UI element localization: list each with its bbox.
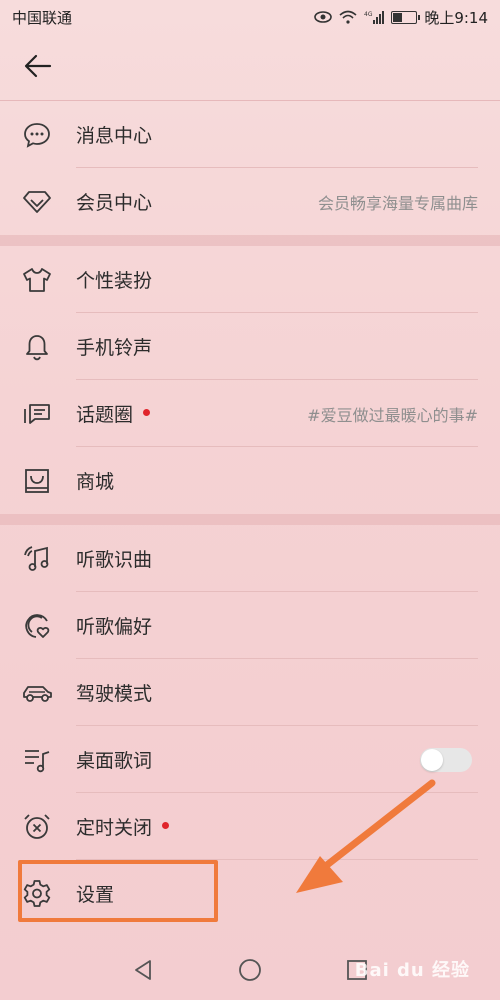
menu-item-personal-dressup[interactable]: 个性装扮 [0,246,500,313]
shopping-bag-icon [20,464,54,498]
tshirt-icon [20,263,54,297]
desktop-lyrics-toggle[interactable] [420,748,472,772]
chat-topic-icon [20,397,54,431]
menu-item-song-recognition[interactable]: 听歌识曲 [0,525,500,592]
menu-item-label: 商城 [76,471,115,493]
menu-item-label: 定时关闭 [76,817,153,839]
wifi-icon [339,10,357,24]
svg-text:4G: 4G [364,11,373,18]
signal-icon: 4G [364,10,385,24]
status-time: 晚上9:14 [424,8,488,27]
menu-item-label: 手机铃声 [76,337,153,359]
back-button[interactable] [18,50,58,86]
section-separator [0,514,500,525]
carrier-name: 中国联通 [12,8,73,27]
menu-item-label: 消息中心 [76,125,153,147]
menu-item-ringtone[interactable]: 手机铃声 [0,313,500,380]
notification-dot [143,409,151,416]
menu-item-desktop-lyrics[interactable]: 桌面歌词 [0,726,500,793]
topic-hashtag-text: #爱豆做过最暖心的事# [307,405,478,425]
menu-item-label: 话题圈 [76,404,134,426]
arrow-left-icon [24,54,52,82]
status-bar: 中国联通 4G 晚上9:14 [0,0,500,34]
menu-item-label: 桌面歌词 [76,750,153,772]
nav-home-button[interactable] [230,950,270,990]
alarm-clock-icon [20,810,54,844]
message-bubble-icon [20,118,54,152]
menu-item-label: 听歌偏好 [76,616,153,638]
car-icon [20,676,54,710]
toggle-knob [421,749,443,771]
menu-item-label: 听歌识曲 [76,549,153,571]
menu-item-label: 驾驶模式 [76,683,153,705]
circle-home-icon [239,959,261,981]
menu-item-topic-circle[interactable]: 话题圈 #爱豆做过最暖心的事# [0,380,500,447]
bell-icon [20,330,54,364]
nav-back-button[interactable] [123,950,163,990]
menu-item-listening-preference[interactable]: 听歌偏好 [0,592,500,659]
eye-icon [314,11,333,23]
menu-item-vip-center[interactable]: 会员中心 会员畅享海量专属曲库 [0,168,500,235]
menu-item-label: 个性装扮 [76,270,153,292]
menu-item-sleep-timer[interactable]: 定时关闭 [0,793,500,860]
battery-icon [391,10,421,24]
notification-dot [162,822,170,829]
diamond-icon [20,185,54,219]
section-separator [0,235,500,246]
menu-list: 消息中心 会员中心 会员畅享海量专属曲库 个性装扮 手机铃声 话题圈 #爱豆做过… [0,101,500,927]
lyrics-icon [20,743,54,777]
menu-item-driving-mode[interactable]: 驾驶模式 [0,659,500,726]
menu-item-mall[interactable]: 商城 [0,447,500,514]
menu-item-label: 会员中心 [76,192,153,214]
settings-highlight-box [18,860,218,922]
music-heart-icon [20,609,54,643]
music-recognize-icon [20,542,54,576]
vip-promo-text: 会员畅享海量专属曲库 [317,193,478,213]
watermark-logo: Bai du 经验 [354,960,470,981]
menu-item-message-center[interactable]: 消息中心 [0,101,500,168]
triangle-back-icon [135,960,152,980]
status-icons: 4G 晚上9:14 [314,7,488,28]
